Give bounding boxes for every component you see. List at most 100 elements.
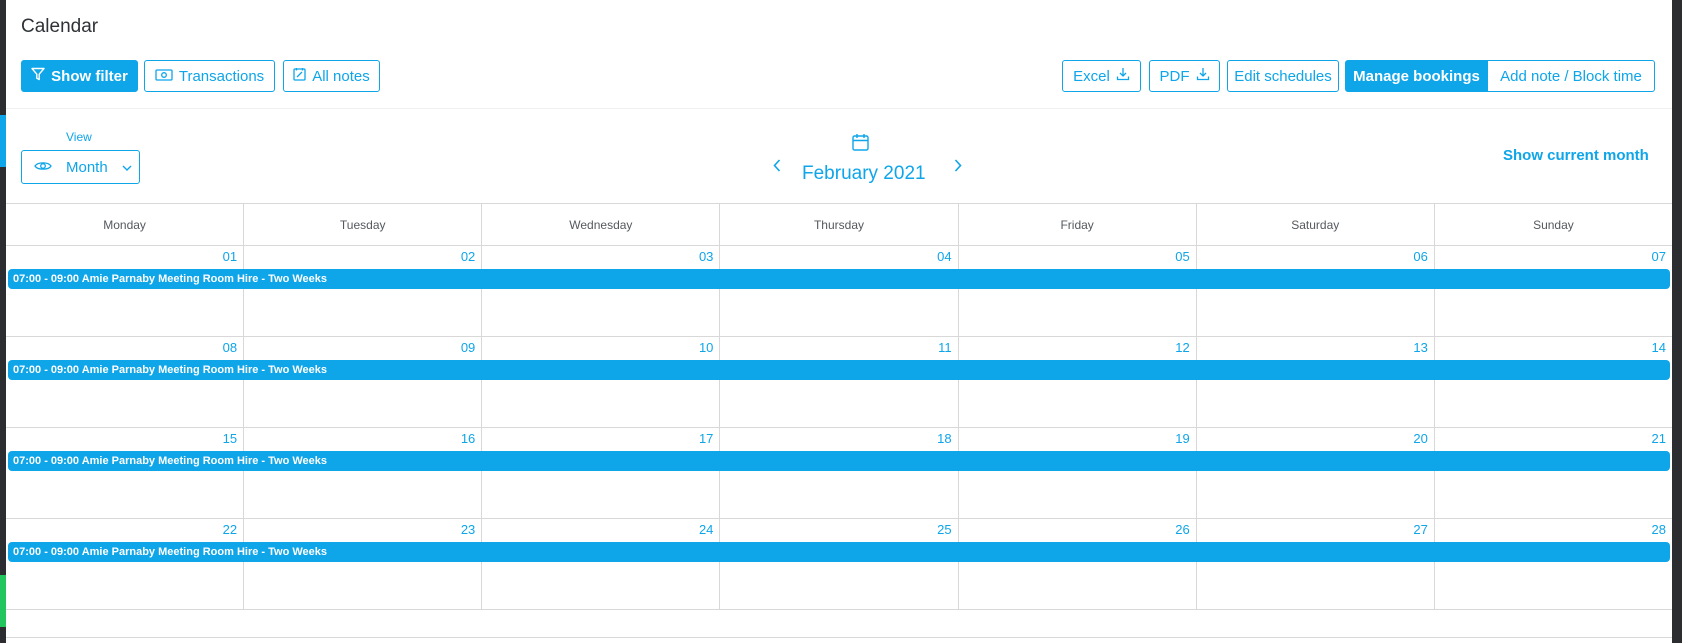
- day-number: 04: [937, 249, 952, 264]
- download-icon: [1116, 67, 1130, 85]
- day-number: 16: [460, 431, 476, 446]
- add-note-block-time-button[interactable]: Add note / Block time: [1488, 60, 1655, 92]
- day-cell[interactable]: 18: [719, 428, 957, 518]
- all-notes-label: All notes: [312, 67, 370, 85]
- day-cell[interactable]: 12: [957, 337, 1196, 427]
- weekday-header-cell: Tuesday: [243, 204, 481, 245]
- right-dock: [1672, 0, 1682, 643]
- day-cell[interactable]: 07: [1433, 246, 1672, 336]
- download-icon: [1196, 67, 1210, 85]
- day-cell[interactable]: 09: [243, 337, 481, 427]
- day-number: 02: [460, 249, 476, 264]
- day-number: 25: [937, 522, 952, 537]
- day-number: 28: [1651, 522, 1666, 537]
- pdf-label: PDF: [1159, 67, 1190, 85]
- filter-icon: [31, 67, 45, 85]
- weekday-header-cell: Monday: [103, 217, 146, 232]
- all-notes-button[interactable]: All notes: [283, 60, 380, 92]
- day-cell[interactable]: 14: [1433, 337, 1672, 427]
- footer-divider: [6, 637, 1672, 638]
- day-cell[interactable]: 23: [243, 519, 481, 609]
- day-number: 11: [938, 340, 952, 355]
- notes-icon: [293, 67, 306, 85]
- day-cell[interactable]: 02: [243, 246, 481, 336]
- day-number: 27: [1413, 522, 1428, 537]
- day-cell[interactable]: 27: [1195, 519, 1434, 609]
- day-cell[interactable]: 16: [243, 428, 481, 518]
- day-number: 10: [698, 340, 714, 355]
- excel-export-button[interactable]: Excel: [1062, 60, 1141, 92]
- booking-event[interactable]: 07:00 - 09:00 Amie Parnaby Meeting Room …: [8, 269, 1670, 289]
- toolbar-divider: [6, 108, 1672, 109]
- day-number: 12: [1175, 340, 1190, 355]
- show-filter-label: Show filter: [51, 67, 128, 85]
- day-cell[interactable]: 06: [1195, 246, 1434, 336]
- day-cell[interactable]: 13: [1195, 337, 1434, 427]
- day-cell[interactable]: 11: [719, 337, 957, 427]
- day-number: 07: [1651, 249, 1666, 264]
- next-month-button[interactable]: [949, 159, 967, 177]
- month-label: February 2021: [802, 163, 926, 184]
- eye-icon: [34, 159, 52, 176]
- transactions-label: Transactions: [178, 67, 265, 85]
- pdf-export-button[interactable]: PDF: [1149, 60, 1220, 92]
- day-number: 08: [222, 340, 238, 355]
- day-number: 24: [698, 522, 714, 537]
- calendar-icon[interactable]: [852, 133, 869, 156]
- day-cell[interactable]: 03: [481, 246, 719, 336]
- week-row: 15 16 17 18 19 20 21 07:00 - 09:00 Amie …: [6, 428, 1672, 519]
- weekday-header-cell: Thursday: [719, 204, 957, 245]
- day-number: 23: [460, 522, 476, 537]
- day-cell[interactable]: 15: [6, 428, 243, 518]
- day-cell[interactable]: 01: [6, 246, 243, 336]
- weekday-header-cell: Friday: [957, 204, 1196, 245]
- day-cell[interactable]: 26: [957, 519, 1196, 609]
- show-filter-button[interactable]: Show filter: [21, 60, 138, 92]
- transactions-button[interactable]: Transactions: [144, 60, 275, 92]
- day-cell[interactable]: 10: [481, 337, 719, 427]
- day-cell[interactable]: 22: [6, 519, 243, 609]
- manage-bookings-button[interactable]: Manage bookings: [1345, 60, 1488, 92]
- day-cell[interactable]: 28: [1433, 519, 1672, 609]
- edit-schedules-label: Edit schedules: [1234, 67, 1332, 85]
- month-grid: Monday Tuesday Wednesday Thursday Friday…: [6, 203, 1672, 610]
- day-cell[interactable]: 05: [957, 246, 1196, 336]
- money-icon: [155, 68, 173, 85]
- booking-event[interactable]: 07:00 - 09:00 Amie Parnaby Meeting Room …: [8, 360, 1670, 380]
- day-cell[interactable]: 08: [6, 337, 243, 427]
- day-cell[interactable]: 17: [481, 428, 719, 518]
- page-title: Calendar: [21, 16, 99, 37]
- day-cell[interactable]: 21: [1433, 428, 1672, 518]
- view-label: View: [66, 130, 92, 144]
- day-number: 17: [698, 431, 714, 446]
- booking-event[interactable]: 07:00 - 09:00 Amie Parnaby Meeting Room …: [8, 451, 1670, 471]
- week-row: 22 23 24 25 26 27 28 07:00 - 09:00 Amie …: [6, 519, 1672, 610]
- day-cell[interactable]: 19: [957, 428, 1196, 518]
- day-number: 19: [1175, 431, 1190, 446]
- booking-event[interactable]: 07:00 - 09:00 Amie Parnaby Meeting Room …: [8, 542, 1670, 562]
- weekday-header-cell: Saturday: [1195, 204, 1434, 245]
- show-current-month-link[interactable]: Show current month: [1503, 147, 1649, 164]
- view-select[interactable]: Month: [21, 150, 140, 184]
- booking-mode-toggle: Manage bookings Add note / Block time: [1345, 60, 1655, 92]
- edit-schedules-button[interactable]: Edit schedules: [1227, 60, 1339, 92]
- day-cell[interactable]: 24: [481, 519, 719, 609]
- view-value: Month: [66, 158, 108, 176]
- day-cell[interactable]: 20: [1195, 428, 1434, 518]
- day-number: 13: [1413, 340, 1428, 355]
- day-number: 15: [222, 431, 238, 446]
- chevron-right-icon: [954, 159, 962, 177]
- weekday-header-cell: Sunday: [1433, 204, 1672, 245]
- calendar-panel: Calendar Show filter Transactions All no…: [6, 0, 1672, 643]
- week-row: 08 09 10 11 12 13 14 07:00 - 09:00 Amie …: [6, 337, 1672, 428]
- day-cell[interactable]: 25: [719, 519, 957, 609]
- day-number: 22: [222, 522, 238, 537]
- chevron-down-icon: [122, 159, 132, 176]
- excel-label: Excel: [1073, 67, 1110, 85]
- day-number: 18: [937, 431, 952, 446]
- day-number: 20: [1413, 431, 1428, 446]
- day-number: 14: [1651, 340, 1666, 355]
- chevron-left-icon: [773, 159, 781, 177]
- day-cell[interactable]: 04: [719, 246, 957, 336]
- previous-month-button[interactable]: [768, 159, 786, 177]
